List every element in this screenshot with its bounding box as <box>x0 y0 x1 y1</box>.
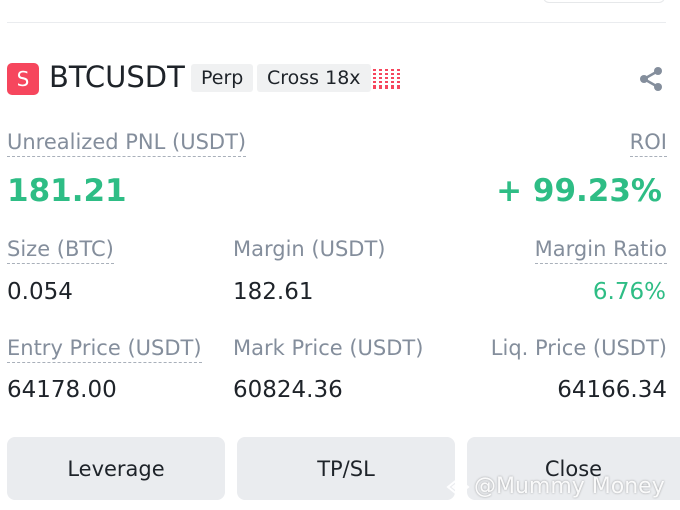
margin-mode-tag[interactable]: Cross 18x <box>257 64 371 92</box>
unrealized-pnl-value: 181.21 <box>7 173 127 209</box>
size-value: 0.054 <box>7 279 73 305</box>
watermark-logo-icon <box>446 477 470 496</box>
short-side-badge: S <box>7 63 39 95</box>
divider <box>7 22 666 23</box>
roi-label[interactable]: ROI <box>629 130 667 157</box>
risk-indicator-icon <box>373 69 400 89</box>
margin-value: 182.61 <box>233 279 314 305</box>
top-tab-edge <box>543 0 665 3</box>
margin-label: Margin (USDT) <box>233 237 386 261</box>
perp-tag: Perp <box>191 64 254 92</box>
mark-price-label: Mark Price (USDT) <box>233 336 424 360</box>
margin-ratio-value: 6.76% <box>592 279 666 305</box>
watermark: @Mummy Money <box>446 474 665 499</box>
leverage-button[interactable]: Leverage <box>7 437 225 500</box>
tpsl-button[interactable]: TP/SL <box>237 437 455 500</box>
watermark-text: @Mummy Money <box>474 474 665 499</box>
entry-price-label[interactable]: Entry Price (USDT) <box>7 336 202 363</box>
size-label[interactable]: Size (BTC) <box>7 237 114 264</box>
entry-price-value: 64178.00 <box>7 377 117 403</box>
margin-ratio-label[interactable]: Margin Ratio <box>534 237 667 264</box>
mark-price-value: 60824.36 <box>233 377 343 403</box>
unrealized-pnl-label[interactable]: Unrealized PNL (USDT) <box>7 130 247 157</box>
symbol-title[interactable]: BTCUSDT <box>49 60 185 94</box>
liq-price-value: 64166.34 <box>557 377 667 403</box>
roi-value: + 99.23% <box>496 173 662 209</box>
liq-price-label: Liq. Price (USDT) <box>490 336 667 360</box>
share-icon[interactable] <box>638 66 664 92</box>
position-header: S BTCUSDT Perp Cross 18x <box>7 60 664 98</box>
